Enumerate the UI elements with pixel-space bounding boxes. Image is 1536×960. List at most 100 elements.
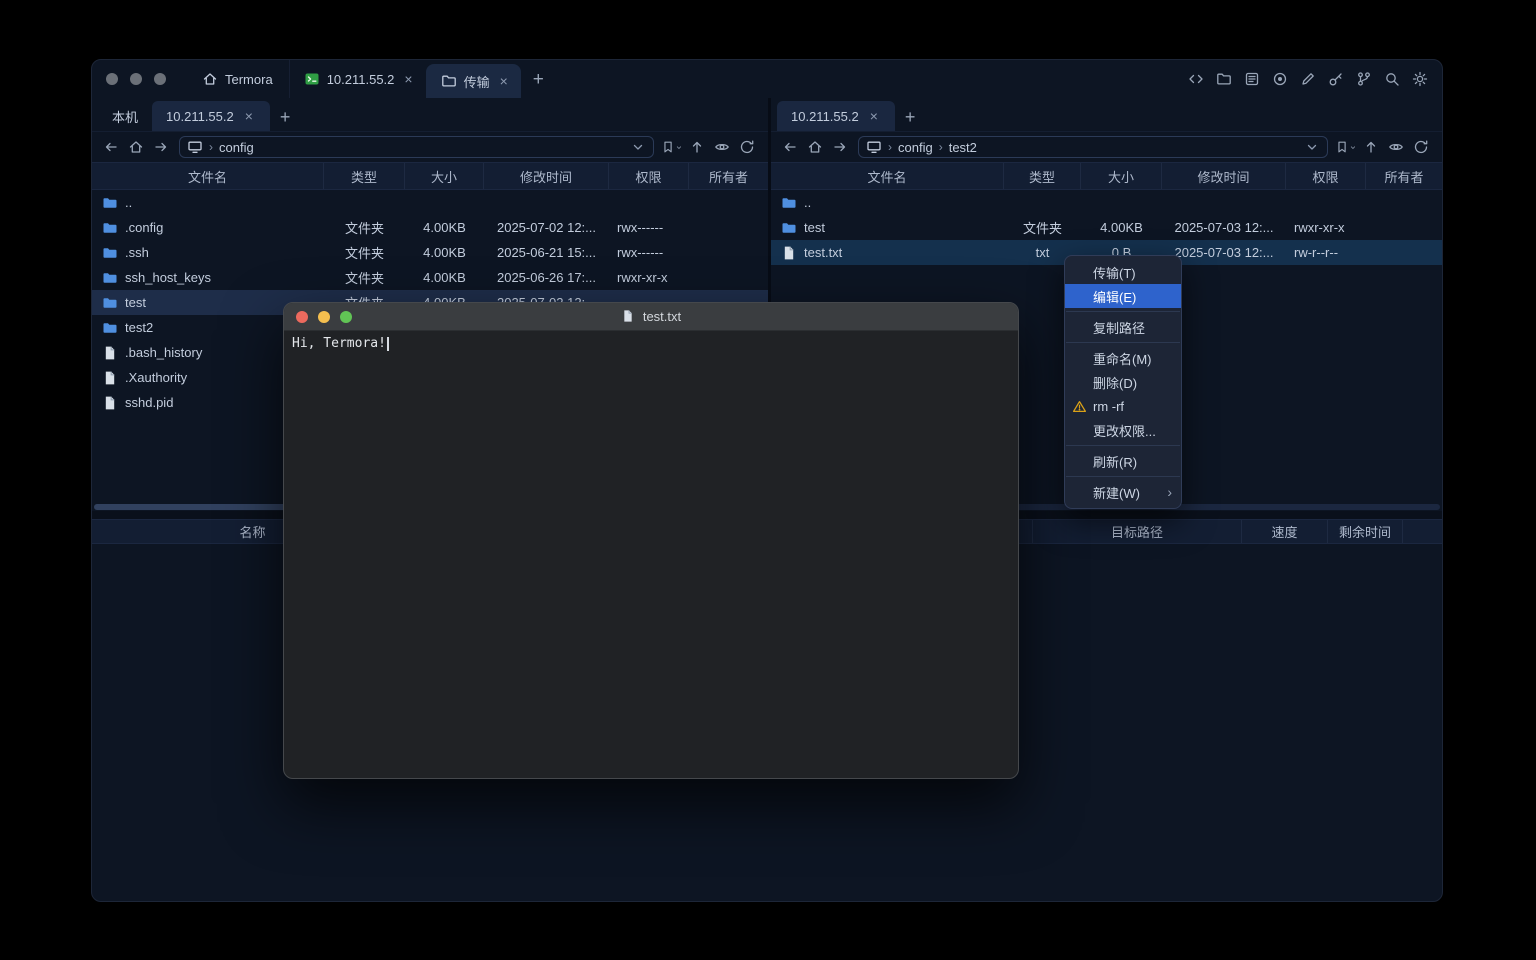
branch-icon[interactable] [1356,71,1372,87]
close-icon[interactable]: × [401,71,415,87]
close-window-button[interactable] [106,73,118,85]
folder-icon [102,270,118,286]
tab-home[interactable]: Termora [186,60,289,98]
menu-item-edit[interactable]: 编辑(E) [1065,284,1181,308]
transfer-column-speed[interactable]: 速度 [1242,520,1328,543]
folder-icon[interactable] [1216,71,1232,87]
editor-window-controls [296,311,352,323]
tab-remote[interactable]: 10.211.55.2 × [777,101,895,131]
chevron-down-icon[interactable] [1304,139,1320,155]
column-header-name[interactable]: 文件名 [771,163,1004,189]
search-icon[interactable] [1384,71,1400,87]
minimize-window-button[interactable] [130,73,142,85]
tab-label: 10.211.55.2 [791,109,859,124]
file-row[interactable]: test 文件夹 4.00KB 2025-07-03 12:... rwxr-x… [771,215,1442,240]
code-icon[interactable] [1188,71,1204,87]
column-header-owner[interactable]: 所有者 [689,163,768,189]
bookmark-button[interactable] [1335,136,1357,158]
column-header-perm[interactable]: 权限 [609,163,689,189]
breadcrumb-separator: › [888,140,892,154]
column-header-perm[interactable]: 权限 [1286,163,1366,189]
left-navbar: › config [92,132,768,162]
breadcrumb-item[interactable]: config [898,140,933,155]
zoom-window-button[interactable] [154,73,166,85]
new-tab-button[interactable]: + [533,70,544,89]
file-row[interactable]: .ssh 文件夹 4.00KB 2025-06-21 15:... rwx---… [92,240,768,265]
menu-item-refresh[interactable]: 刷新(R) [1065,449,1181,473]
file-size: 4.00KB [405,245,484,260]
home-button[interactable] [804,136,826,158]
tab-local[interactable]: 本机 [98,101,152,131]
tab-remote[interactable]: 10.211.55.2 × [152,101,270,131]
column-header-size[interactable]: 大小 [1081,163,1162,189]
key-icon[interactable] [1328,71,1344,87]
warning-icon [1072,399,1087,414]
menu-separator [1066,476,1180,477]
file-row[interactable]: .. [92,190,768,215]
table-header: 文件名 类型 大小 修改时间 权限 所有者 [771,162,1442,190]
show-hidden-button[interactable] [1385,136,1407,158]
text-cursor [387,337,389,351]
column-header-type[interactable]: 类型 [324,163,405,189]
file-type: 文件夹 [1004,218,1081,237]
minimize-window-button[interactable] [318,311,330,323]
menu-item-rm-rf[interactable]: rm -rf [1065,394,1181,418]
folder-icon [102,195,118,211]
tab-label: 本机 [112,107,138,126]
record-icon[interactable] [1272,71,1288,87]
forward-button[interactable] [829,136,851,158]
new-panel-tab-button[interactable]: + [905,108,916,126]
folder-icon [781,220,797,236]
close-icon[interactable]: × [867,108,881,124]
column-header-name[interactable]: 文件名 [92,163,324,189]
close-icon[interactable]: × [242,108,256,124]
file-row[interactable]: ssh_host_keys 文件夹 4.00KB 2025-06-26 17:.… [92,265,768,290]
refresh-button[interactable] [1410,136,1432,158]
breadcrumb-item[interactable]: config [219,140,254,155]
breadcrumb-item[interactable]: test2 [949,140,977,155]
refresh-button[interactable] [736,136,758,158]
zoom-window-button[interactable] [340,311,352,323]
bookmark-button[interactable] [661,136,683,158]
log-icon[interactable] [1244,71,1260,87]
column-header-owner[interactable]: 所有者 [1366,163,1442,189]
settings-icon[interactable] [1412,71,1428,87]
editor-titlebar[interactable]: test.txt [284,303,1018,331]
menu-item-change-permissions[interactable]: 更改权限... [1065,418,1181,442]
column-header-mtime[interactable]: 修改时间 [484,163,609,189]
path-breadcrumb[interactable]: › config › test2 [858,136,1328,158]
transfer-column-target[interactable]: 目标路径 [1033,520,1242,543]
column-header-size[interactable]: 大小 [405,163,484,189]
upload-button[interactable] [1360,136,1382,158]
editor-title: test.txt [621,309,681,325]
menu-item-transfer[interactable]: 传输(T) [1065,260,1181,284]
editor-content[interactable]: Hi, Termora! [284,331,1018,778]
column-header-type[interactable]: 类型 [1004,163,1081,189]
menu-item-copy-path[interactable]: 复制路径 [1065,315,1181,339]
menu-item-new[interactable]: 新建(W) › [1065,480,1181,504]
close-icon[interactable]: × [497,73,511,89]
chevron-down-icon[interactable] [630,139,646,155]
back-button[interactable] [100,136,122,158]
editor-title-text: test.txt [643,309,681,324]
file-row[interactable]: .. [771,190,1442,215]
file-row[interactable]: .config 文件夹 4.00KB 2025-07-02 12:... rwx… [92,215,768,240]
transfer-column-eta[interactable]: 剩余时间 [1328,520,1403,543]
home-button[interactable] [125,136,147,158]
column-header-mtime[interactable]: 修改时间 [1162,163,1286,189]
menu-item-rename[interactable]: 重命名(M) [1065,346,1181,370]
tab-transfer[interactable]: 传输 × [426,64,521,98]
home-tab-label: Termora [225,72,273,87]
edit-icon[interactable] [1300,71,1316,87]
upload-button[interactable] [686,136,708,158]
show-hidden-button[interactable] [711,136,733,158]
forward-button[interactable] [150,136,172,158]
tab-session-10-211-55-2[interactable]: 10.211.55.2 × [289,60,426,98]
menu-item-delete[interactable]: 删除(D) [1065,370,1181,394]
file-size: 4.00KB [405,220,484,235]
new-panel-tab-button[interactable]: + [280,108,291,126]
close-window-button[interactable] [296,311,308,323]
back-button[interactable] [779,136,801,158]
table-header: 文件名 类型 大小 修改时间 权限 所有者 [92,162,768,190]
path-breadcrumb[interactable]: › config [179,136,654,158]
